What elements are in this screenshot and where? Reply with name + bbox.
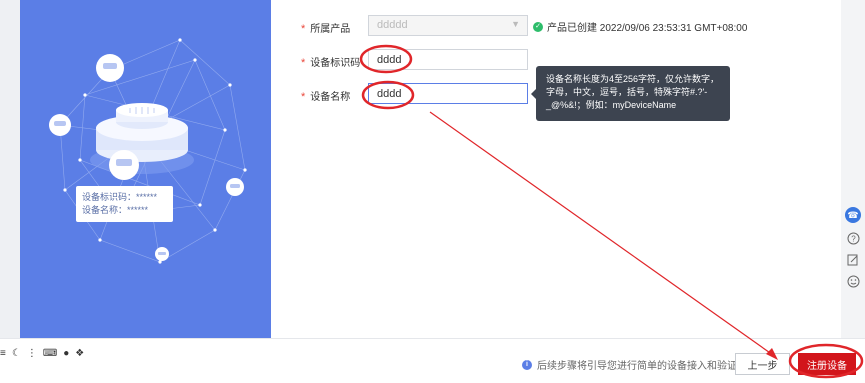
product-label: * 所属产品: [301, 23, 351, 35]
moon-icon[interactable]: ☾: [12, 348, 21, 359]
required-mark: *: [301, 23, 306, 35]
device-info-card: 设备标识码：****** 设备名称：******: [76, 186, 173, 222]
illustration-panel: 设备标识码：****** 设备名称：******: [20, 0, 271, 338]
identifier-label: * 设备标识码: [301, 57, 361, 69]
input-toolbar: ≡ ☾ ⋮ ⌨ ● ❖: [0, 348, 84, 359]
user-icon[interactable]: ●: [63, 348, 69, 359]
footer-bar: ≡ ☾ ⋮ ⌨ ● ❖ i 后续步骤将引导您进行简单的设备接入和验证 上一步 注…: [0, 338, 865, 383]
device-name-label: * 设备名称: [301, 91, 351, 103]
network-illustration: [49, 38, 247, 264]
grid-icon[interactable]: ❖: [75, 348, 84, 359]
device-name-input[interactable]: [368, 83, 528, 104]
edit-icon[interactable]: [845, 252, 861, 268]
identifier-input[interactable]: [368, 49, 528, 70]
footer-hint: i 后续步骤将引导您进行简单的设备接入和验证: [522, 357, 737, 372]
device-name-tooltip: 设备名称长度为4至256字符，仅允许数字， 字母，中文，逗号，括号，特殊字符#.…: [536, 66, 730, 121]
required-mark: *: [301, 57, 306, 69]
required-mark: *: [301, 91, 306, 103]
product-select-value: ddddd: [377, 19, 408, 31]
device-form: * 所属产品 ddddd ▼ ✓ 产品已创建 2022/09/06 23:53:3…: [271, 0, 841, 338]
left-strip: [0, 0, 20, 338]
register-device-button[interactable]: 注册设备: [798, 353, 856, 375]
tooltip-line: _@%&!；例如：myDeviceName: [546, 100, 677, 110]
product-select[interactable]: ddddd ▼: [368, 15, 528, 36]
svg-text:?: ?: [851, 234, 856, 243]
check-circle-icon: ✓: [533, 21, 543, 32]
help-icon[interactable]: ?: [845, 230, 861, 246]
dots-icon[interactable]: ⋮: [27, 348, 37, 359]
card-name-line: 设备名称：******: [82, 205, 149, 215]
smile-icon[interactable]: [845, 273, 861, 289]
product-created-text: 产品已创建 2022/09/06 23:53:31 GMT+08:00: [547, 23, 748, 34]
card-identifier-line: 设备标识码：******: [82, 192, 158, 202]
tooltip-line: 设备名称长度为4至256字符，仅允许数字，: [546, 74, 720, 84]
info-icon: i: [522, 359, 532, 370]
chevron-down-icon: ▼: [511, 19, 520, 29]
headset-icon[interactable]: ☎: [845, 207, 861, 223]
keyboard-icon[interactable]: ⌨: [43, 348, 57, 359]
footer-hint-text: 后续步骤将引导您进行简单的设备接入和验证: [537, 361, 737, 372]
menu-icon[interactable]: ≡: [0, 348, 6, 359]
prev-button[interactable]: 上一步: [735, 353, 790, 375]
product-status: ✓ 产品已创建 2022/09/06 23:53:31 GMT+08:00: [533, 19, 747, 34]
tooltip-line: 字母，中文，逗号，括号，特殊字符#.?'-: [546, 87, 708, 97]
